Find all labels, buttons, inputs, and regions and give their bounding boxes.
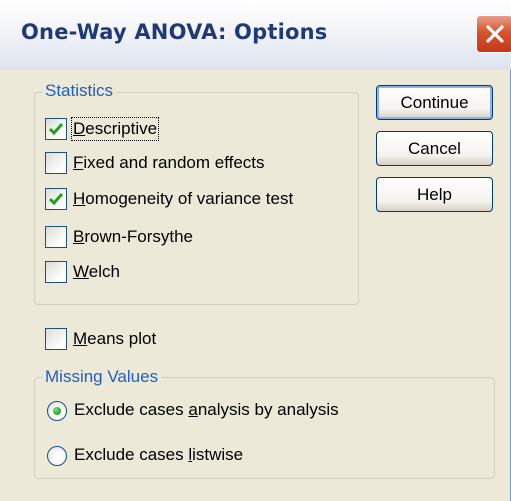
cancel-button[interactable]: Cancel [376,131,493,166]
label-rest: nalysis by analysis [197,400,339,419]
missing-values-legend: Missing Values [42,367,162,387]
means-plot-checkbox-box[interactable] [45,328,67,350]
help-button[interactable]: Help [376,177,493,212]
exclude-analysis-radio-button[interactable] [47,401,67,421]
close-button[interactable] [476,15,511,53]
mnemonic: D [73,119,86,138]
statistics-legend: Statistics [42,81,117,101]
label-rest: rown-Forsythe [84,227,193,246]
label-rest: eans plot [87,329,157,348]
radio-selected-dot [53,407,61,415]
dialog-title: One-Way ANOVA: Options [21,20,328,44]
exclude-listwise-label[interactable]: Exclude cases listwise [74,445,243,465]
title-bar[interactable]: One-Way ANOVA: Options [0,0,511,70]
mnemonic: B [73,227,85,246]
exclude-listwise-radio-button[interactable] [47,446,67,466]
label-rest: omogeneity of variance test [85,189,294,208]
descriptive-label[interactable]: Descriptive [70,117,160,141]
label-prefix: Exclude cases [74,400,189,419]
welch-label[interactable]: Welch [73,262,120,282]
checkmark-icon [48,193,64,206]
mnemonic: M [73,329,88,348]
welch-checkbox-box[interactable] [45,261,67,283]
label-rest: ixed and random effects [83,153,265,172]
brown-forsythe-checkbox-box[interactable] [45,226,67,248]
descriptive-checkbox-box[interactable] [45,118,67,140]
continue-button[interactable]: Continue [376,85,493,120]
homogeneity-label[interactable]: Homogeneity of variance test [73,189,293,209]
close-icon [486,25,504,43]
label-rest: istwise [192,445,244,464]
means-plot-label[interactable]: Means plot [73,329,156,349]
label-rest: escriptive [85,119,158,138]
mnemonic: W [73,262,89,281]
homogeneity-checkbox-box[interactable] [45,188,67,210]
mnemonic: H [73,189,86,208]
fixed-random-effects-label[interactable]: Fixed and random effects [73,153,265,173]
checkmark-icon [48,123,64,136]
fixed-random-effects-checkbox-box[interactable] [45,152,67,174]
brown-forsythe-label[interactable]: Brown-Forsythe [73,227,193,247]
exclude-analysis-label[interactable]: Exclude cases analysis by analysis [74,400,339,420]
mnemonic: a [188,400,198,419]
label-prefix: Exclude cases [74,445,189,464]
label-rest: elch [88,262,120,281]
mnemonic: F [73,153,84,172]
options-dialog: One-Way ANOVA: Options Statistics Descri… [0,0,511,501]
